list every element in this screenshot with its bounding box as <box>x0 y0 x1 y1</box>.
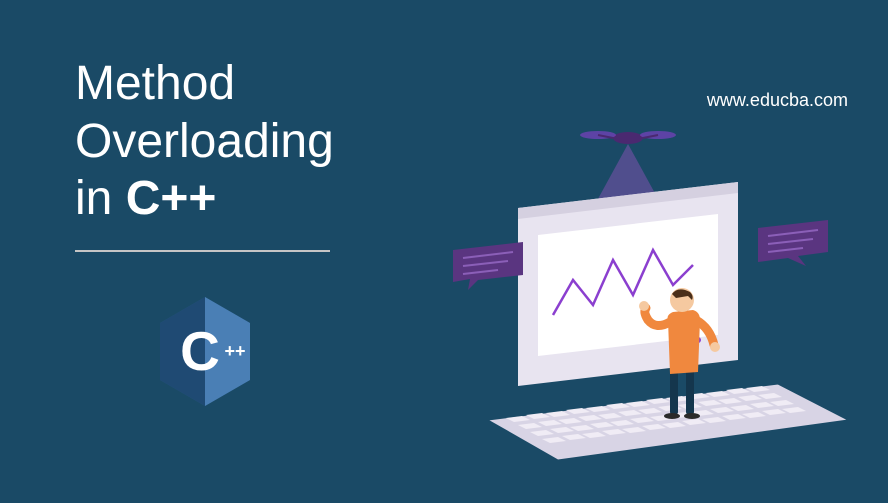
title-line-3: in C++ <box>75 170 334 228</box>
website-url: www.educba.com <box>707 90 848 111</box>
svg-text:C: C <box>180 320 220 382</box>
tech-illustration <box>428 120 848 490</box>
cpp-logo-icon: C ++ <box>155 295 255 410</box>
svg-text:++: ++ <box>224 341 245 361</box>
chat-bubble-left-icon <box>453 242 523 290</box>
chat-bubble-right-icon <box>758 220 828 266</box>
keyboard-icon <box>488 384 848 460</box>
title-underline <box>75 250 330 252</box>
title-line-2: Overloading <box>75 113 334 171</box>
screen-panel <box>518 182 738 386</box>
illustration-svg <box>428 120 848 490</box>
title-line-1: Method <box>75 55 334 113</box>
title-prefix: in <box>75 172 126 225</box>
title-bold: C++ <box>126 172 217 225</box>
cpp-hexagon-icon: C ++ <box>155 295 255 410</box>
page-title: Method Overloading in C++ <box>75 55 334 228</box>
